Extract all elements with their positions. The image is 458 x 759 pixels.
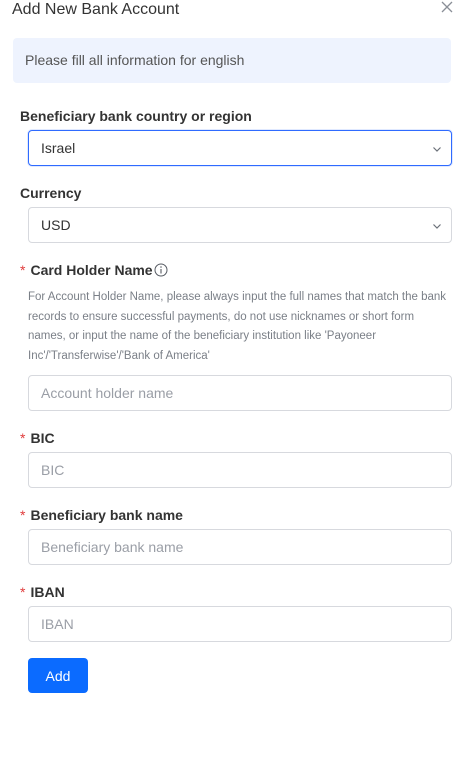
card-holder-label-text: Card Holder Name <box>30 262 153 278</box>
country-select[interactable]: Israel <box>28 130 452 166</box>
currency-select[interactable]: USD <box>28 207 452 243</box>
required-mark: * <box>20 430 26 446</box>
currency-value: USD <box>41 217 71 233</box>
account-holder-name-input[interactable] <box>28 375 452 411</box>
country-label: Beneficiary bank country or region <box>20 108 252 124</box>
chevron-down-icon <box>433 147 441 152</box>
required-mark: * <box>20 584 26 600</box>
add-bank-account-dialog: Add New Bank Account Please fill all inf… <box>0 0 458 759</box>
iban-label-text: IBAN <box>30 584 65 600</box>
bic-label: * BIC <box>20 429 55 447</box>
close-icon <box>441 1 453 13</box>
country-value: Israel <box>41 140 76 156</box>
info-circle-icon[interactable] <box>154 263 168 277</box>
add-button[interactable]: Add <box>28 658 88 693</box>
iban-label: * IBAN <box>20 583 65 601</box>
info-notice: Please fill all information for english <box>13 38 451 83</box>
currency-label: Currency <box>20 185 82 201</box>
bank-name-label: * Beneficiary bank name <box>20 506 183 524</box>
bank-name-label-text: Beneficiary bank name <box>30 507 183 523</box>
card-holder-label: * Card Holder Name <box>20 261 168 279</box>
card-holder-helper-text: For Account Holder Name, please always i… <box>28 291 447 362</box>
required-mark: * <box>20 507 26 523</box>
required-mark: * <box>20 262 26 278</box>
bic-label-text: BIC <box>30 430 55 446</box>
bic-input[interactable] <box>28 452 452 488</box>
close-button[interactable] <box>440 0 458 18</box>
chevron-down-icon <box>433 224 441 229</box>
iban-input[interactable] <box>28 606 452 642</box>
dialog-title: Add New Bank Account <box>12 1 180 18</box>
bank-name-input[interactable] <box>28 529 452 565</box>
